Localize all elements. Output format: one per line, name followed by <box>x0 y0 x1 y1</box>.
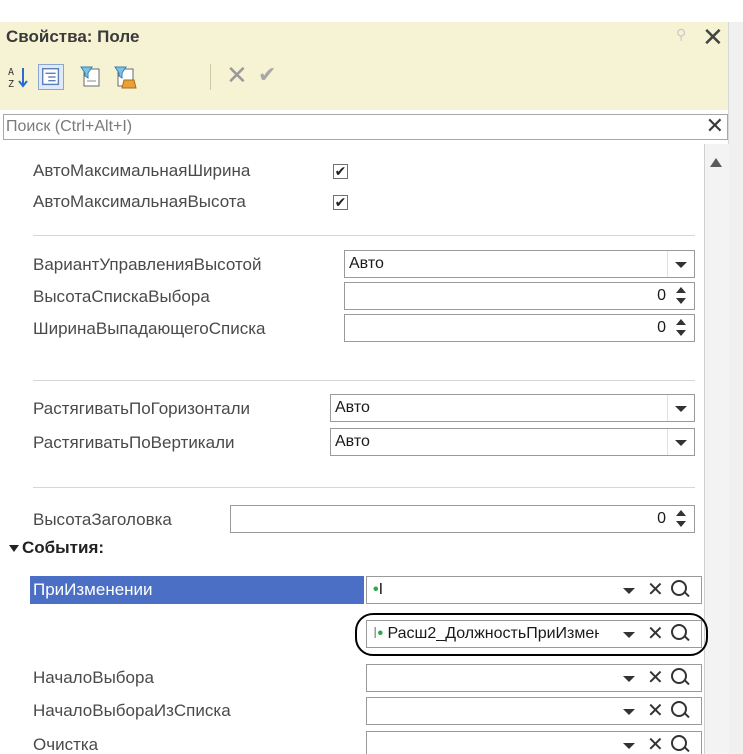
chevron-down-icon[interactable] <box>623 709 635 715</box>
dropdown-list-width-value: 0 <box>657 319 666 336</box>
chevron-down-icon[interactable] <box>667 395 694 421</box>
title-bar: Свойства: Поле ⚲ ✕ <box>0 22 728 52</box>
event-handler-text: I <box>378 581 384 598</box>
stretch-horizontal-value: Авто <box>335 399 370 416</box>
prop-label-auto-max-width: АвтоМаксимальнаяШирина <box>33 161 251 180</box>
spin-icon[interactable] <box>674 285 690 307</box>
vertical-scrollbar[interactable] <box>704 144 729 754</box>
categories-icon[interactable] <box>38 64 64 90</box>
prop-label-auto-max-height: АвтоМаксимальнаяВысота <box>33 192 246 211</box>
group-divider <box>33 380 695 381</box>
title-height-value: 0 <box>657 510 666 527</box>
search-clear-icon[interactable]: ✕ <box>706 113 724 139</box>
apply-icon[interactable]: ✔ <box>258 62 276 88</box>
auto-max-height-checkbox[interactable]: ✔ <box>333 195 348 210</box>
clear-icon[interactable]: ✕ <box>647 698 664 723</box>
close-icon[interactable]: ✕ <box>702 22 724 52</box>
event-buttons: ✕ <box>607 732 699 754</box>
stretch-horizontal-select[interactable]: Авто <box>330 394 695 422</box>
event-label: НачалоВыбора <box>33 668 154 687</box>
window-edge <box>728 22 743 754</box>
chevron-down-icon[interactable] <box>623 743 635 749</box>
events-section-label: События: <box>22 538 105 557</box>
property-list: АвтоМаксимальнаяШирина ✔ АвтоМаксимальна… <box>3 144 704 754</box>
event-buttons: ✕ <box>607 665 699 691</box>
height-control-variant-select[interactable]: Авто <box>344 250 695 278</box>
window-title: Свойства: Поле <box>6 27 140 46</box>
spin-icon[interactable] <box>674 317 690 339</box>
prop-label-choice-list-height: ВысотаСпискаВыбора <box>33 287 210 306</box>
sort-az-icon[interactable]: A Z <box>6 64 32 90</box>
event-buttons: ✕ <box>607 577 699 603</box>
events-section-header[interactable]: События: <box>9 538 104 558</box>
search-icon[interactable] <box>671 580 687 596</box>
event-handler-field[interactable]: ✕ <box>366 697 702 725</box>
event-handler-value: •I <box>373 581 599 599</box>
prop-label-stretch-horizontal: РастягиватьПоГоризонтали <box>33 399 251 418</box>
stretch-vertical-select[interactable]: Авто <box>330 428 695 456</box>
clear-icon[interactable]: ✕ <box>647 665 664 690</box>
collapse-triangle-icon <box>9 545 19 553</box>
prop-label-height-control-variant: ВариантУправленияВысотой <box>33 255 262 274</box>
event-buttons: ✕ <box>607 698 699 724</box>
group-divider <box>33 235 695 236</box>
event-label: Очистка <box>33 735 99 754</box>
chevron-down-icon[interactable] <box>667 251 694 277</box>
chevron-down-icon[interactable] <box>623 588 635 594</box>
event-row-start-list-choice[interactable]: НачалоВыбораИзСписка ✕ <box>3 697 704 725</box>
search-input[interactable] <box>6 116 696 138</box>
properties-panel: Свойства: Поле ⚲ ✕ A Z ✕ ✔ Поиск (Ctrl+A… <box>0 0 743 754</box>
event-row-clearing[interactable]: Очистка ✕ <box>3 731 704 754</box>
search-icon[interactable] <box>671 668 687 684</box>
stretch-vertical-value: Авто <box>335 433 370 450</box>
filter-icon[interactable] <box>78 64 104 90</box>
event-handler-field[interactable]: ✕ <box>366 731 702 754</box>
prop-label-stretch-vertical: РастягиватьПоВертикали <box>33 433 235 452</box>
filter-settings-icon[interactable] <box>112 64 138 90</box>
chevron-down-icon[interactable] <box>667 429 694 455</box>
group-divider <box>33 487 695 488</box>
event-handler-field[interactable]: •I ✕ <box>366 576 702 604</box>
pin-icon[interactable]: ⚲ <box>676 26 686 43</box>
search-icon[interactable] <box>671 701 687 717</box>
auto-max-width-checkbox[interactable]: ✔ <box>333 164 348 179</box>
scroll-up-icon[interactable] <box>710 158 722 167</box>
clear-icon[interactable]: ✕ <box>647 577 664 602</box>
event-handler-field[interactable]: ✕ <box>366 664 702 692</box>
cancel-icon[interactable]: ✕ <box>226 60 248 91</box>
clear-icon[interactable]: ✕ <box>647 732 664 754</box>
chevron-down-icon[interactable] <box>623 676 635 682</box>
height-control-variant-value: Авто <box>349 255 384 272</box>
svg-text:A: A <box>8 67 14 78</box>
prop-label-title-height: ВысотаЗаголовка <box>33 510 172 529</box>
search-icon[interactable] <box>671 735 687 751</box>
event-label: НачалоВыбораИзСписка <box>33 701 231 720</box>
choice-list-height-stepper[interactable]: 0 <box>344 282 695 310</box>
search-box: ✕ <box>3 113 728 140</box>
event-row-on-change[interactable]: ПриИзменении •I ✕ <box>3 576 704 604</box>
event-row-start-choice[interactable]: НачалоВыбора ✕ <box>3 664 704 692</box>
choice-list-height-value: 0 <box>657 287 666 304</box>
toolbar: A Z ✕ ✔ <box>0 52 728 110</box>
spin-icon[interactable] <box>674 508 690 530</box>
toolbar-separator <box>210 64 211 90</box>
prop-label-dropdown-list-width: ШиринаВыпадающегоСписка <box>33 319 266 338</box>
event-label: ПриИзменении <box>33 580 153 599</box>
svg-text:Z: Z <box>8 79 14 90</box>
title-height-stepper[interactable]: 0 <box>230 505 695 533</box>
dropdown-list-width-stepper[interactable]: 0 <box>344 314 695 342</box>
highlight-oval <box>355 613 708 656</box>
